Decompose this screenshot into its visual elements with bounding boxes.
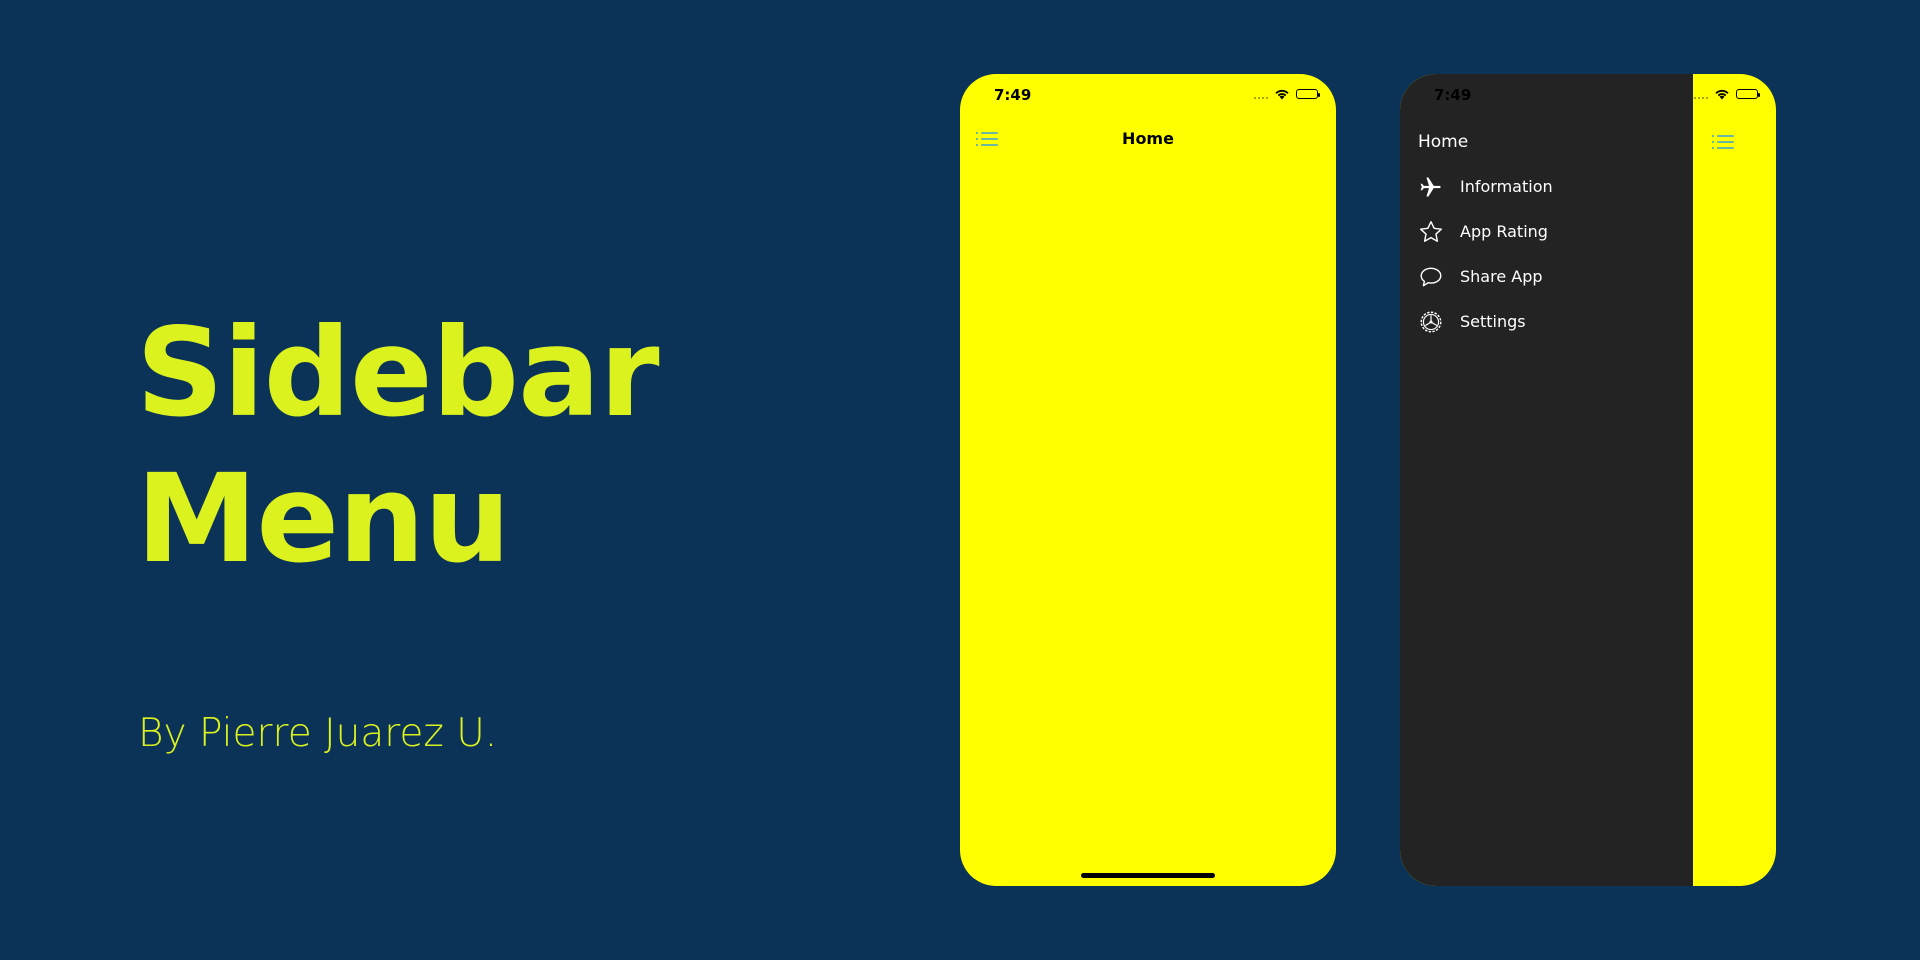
battery-icon: [1296, 89, 1320, 99]
sidebar-menu: Information App Rating Share App Setting…: [1418, 164, 1553, 344]
cellular-signal-icon: [1694, 89, 1708, 99]
status-time: 7:49: [994, 86, 1032, 104]
sidebar-item-share-app[interactable]: Share App: [1418, 254, 1553, 299]
phone-sidebar-screen: 7:49 Home Information App Rating Share A…: [1400, 74, 1776, 886]
airplane-icon: [1418, 174, 1444, 200]
sidebar-item-app-rating[interactable]: App Rating: [1418, 209, 1553, 254]
sidebar-item-label: App Rating: [1460, 222, 1548, 241]
home-indicator[interactable]: [1081, 873, 1215, 878]
sidebar-item-label: Settings: [1460, 312, 1526, 331]
hero-title: Sidebar Menu: [136, 300, 660, 592]
hero-author: By Pierre Juarez U.: [138, 711, 498, 756]
nav-title: Home: [1122, 129, 1174, 148]
sidebar-item-home[interactable]: Home: [1418, 132, 1468, 152]
cellular-signal-icon: [1254, 89, 1268, 99]
sidebar-item-label: Information: [1460, 177, 1553, 196]
gear-icon: [1418, 309, 1444, 335]
speech-bubble-icon: [1418, 264, 1444, 290]
sidebar-item-information[interactable]: Information: [1418, 164, 1553, 209]
hero-title-line-2: Menu: [136, 448, 511, 590]
wifi-icon: [1715, 89, 1729, 100]
status-icons: [1694, 88, 1760, 100]
sidebar-item-label: Share App: [1460, 267, 1543, 286]
status-icons: [1254, 88, 1320, 100]
menu-list-icon[interactable]: [1712, 133, 1734, 151]
battery-icon: [1736, 89, 1760, 99]
phone-home-screen: 7:49 Home: [960, 74, 1336, 886]
wifi-icon: [1275, 89, 1289, 100]
sidebar-item-settings[interactable]: Settings: [1418, 299, 1553, 344]
status-time: 7:49: [1434, 86, 1472, 104]
star-icon: [1418, 219, 1444, 245]
hero-title-line-1: Sidebar: [136, 302, 660, 444]
